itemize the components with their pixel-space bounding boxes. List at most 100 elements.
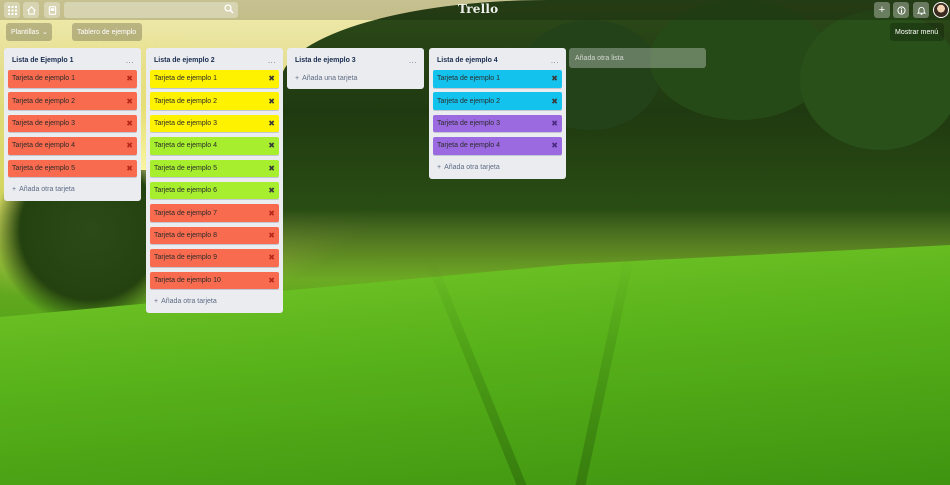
card[interactable]: Tarjeta de ejemplo 9 ✖ xyxy=(150,249,279,267)
list-menu-icon[interactable]: ... xyxy=(551,56,559,65)
delete-card-icon[interactable]: ✖ xyxy=(551,97,558,106)
card[interactable]: Tarjeta de ejemplo 2 ✖ xyxy=(150,92,279,110)
top-bar: Trello + xyxy=(0,0,950,20)
card[interactable]: Tarjeta de ejemplo 4 ✖ xyxy=(150,137,279,155)
card-label: Tarjeta de ejemplo 3 xyxy=(437,120,501,128)
list[interactable]: Lista de ejemplo 4... Tarjeta de ejemplo … xyxy=(429,48,566,179)
info-icon xyxy=(896,5,906,15)
home-button[interactable] xyxy=(23,2,39,18)
card-list: Tarjeta de ejemplo 1 ✖ Tarjeta de ejemplo … xyxy=(8,70,137,178)
templates-button[interactable]: Plantillas ⌄ xyxy=(6,23,52,41)
delete-card-icon[interactable]: ✖ xyxy=(551,74,558,83)
card[interactable]: Tarjeta de ejemplo 1 ✖ xyxy=(150,70,279,88)
delete-card-icon[interactable]: ✖ xyxy=(126,141,133,150)
delete-card-icon[interactable]: ✖ xyxy=(268,164,275,173)
card-list: Tarjeta de ejemplo 1 ✖ Tarjeta de ejemplo … xyxy=(150,70,279,290)
add-list-label: Añada otra lista xyxy=(575,54,624,62)
card[interactable]: Tarjeta de ejemplo 3 ✖ xyxy=(150,114,279,133)
board-name-label: Tablero de ejemplo xyxy=(77,28,137,36)
card[interactable]: Tarjeta de ejemplo 2 ✖ xyxy=(8,92,137,110)
board-name[interactable]: Tablero de ejemplo xyxy=(72,23,142,41)
add-card-label: Añada otra tarjeta xyxy=(444,164,500,172)
list-title[interactable]: Lista de ejemplo 2 xyxy=(154,57,215,64)
delete-card-icon[interactable]: ✖ xyxy=(126,119,133,128)
card-label: Tarjeta de ejemplo 5 xyxy=(12,164,76,172)
list-title[interactable]: Lista de ejemplo 4 xyxy=(437,57,498,64)
add-card-label: Añada una tarjeta xyxy=(302,74,358,82)
add-card-button[interactable]: + Añada otra tarjeta xyxy=(433,160,562,176)
delete-card-icon[interactable]: ✖ xyxy=(268,231,275,240)
card[interactable]: Tarjeta de ejemplo 7 ✖ xyxy=(150,204,279,222)
show-menu-label: Mostrar menú xyxy=(895,28,939,36)
card[interactable]: Tarjeta de ejemplo 5 ✖ xyxy=(8,159,137,178)
card-label: Tarjeta de ejemplo 4 xyxy=(154,142,218,150)
list-header: Lista de ejemplo 2... xyxy=(150,52,279,68)
card-label: Tarjeta de ejemplo 3 xyxy=(154,120,218,128)
plus-icon: + xyxy=(154,298,159,306)
delete-card-icon[interactable]: ✖ xyxy=(268,97,275,106)
delete-card-icon[interactable]: ✖ xyxy=(268,186,275,195)
delete-card-icon[interactable]: ✖ xyxy=(268,209,275,218)
card[interactable]: Tarjeta de ejemplo 3 ✖ xyxy=(8,114,137,133)
list-menu-icon[interactable]: ... xyxy=(126,56,134,65)
list-header: Lista de ejemplo 4... xyxy=(433,52,562,68)
delete-card-icon[interactable]: ✖ xyxy=(126,164,133,173)
card[interactable]: Tarjeta de ejemplo 2 ✖ xyxy=(433,92,562,110)
card[interactable]: Tarjeta de ejemplo 4 ✖ xyxy=(8,137,137,155)
add-card-label: Añada otra tarjeta xyxy=(161,298,217,306)
list[interactable]: Lista de ejemplo 2... Tarjeta de ejemplo … xyxy=(146,48,283,313)
app-logo[interactable]: Trello xyxy=(458,2,498,16)
delete-card-icon[interactable]: ✖ xyxy=(268,253,275,262)
add-card-button[interactable]: + Añada otra tarjeta xyxy=(150,294,279,310)
card[interactable]: Tarjeta de ejemplo 5 ✖ xyxy=(150,159,279,178)
card-label: Tarjeta de ejemplo 6 xyxy=(154,187,218,195)
user-avatar[interactable] xyxy=(933,2,949,18)
plus-icon: + xyxy=(12,186,17,194)
card-label: Tarjeta de ejemplo 4 xyxy=(12,142,76,150)
add-card-button[interactable]: + Añada otra tarjeta xyxy=(8,182,137,198)
delete-card-icon[interactable]: ✖ xyxy=(126,97,133,106)
card[interactable]: Tarjeta de ejemplo 1 ✖ xyxy=(433,70,562,88)
card[interactable]: Tarjeta de ejemplo 6 ✖ xyxy=(150,181,279,200)
boards-button[interactable] xyxy=(44,2,60,18)
card-list: Tarjeta de ejemplo 1 ✖ Tarjeta de ejemplo … xyxy=(433,70,562,155)
delete-card-icon[interactable]: ✖ xyxy=(268,141,275,150)
card-label: Tarjeta de ejemplo 7 xyxy=(154,209,218,217)
list-menu-icon[interactable]: ... xyxy=(409,56,417,65)
delete-card-icon[interactable]: ✖ xyxy=(268,74,275,83)
delete-card-icon[interactable]: ✖ xyxy=(126,74,133,83)
apps-button[interactable] xyxy=(4,2,20,18)
card[interactable]: Tarjeta de ejemplo 1 ✖ xyxy=(8,70,137,88)
delete-card-icon[interactable]: ✖ xyxy=(268,119,275,128)
show-menu-button[interactable]: Mostrar menú xyxy=(890,23,944,41)
card-label: Tarjeta de ejemplo 2 xyxy=(154,97,218,105)
add-card-button[interactable]: + Añada una tarjeta xyxy=(291,70,420,86)
delete-card-icon[interactable]: ✖ xyxy=(268,276,275,285)
add-list-button[interactable]: Añada otra lista xyxy=(569,48,706,68)
notifications-button[interactable] xyxy=(913,2,929,18)
card-label: Tarjeta de ejemplo 1 xyxy=(12,75,76,83)
delete-card-icon[interactable]: ✖ xyxy=(551,141,558,150)
plus-icon: + xyxy=(437,164,442,172)
home-icon xyxy=(26,5,36,15)
delete-card-icon[interactable]: ✖ xyxy=(551,119,558,128)
card[interactable]: Tarjeta de ejemplo 3 ✖ xyxy=(433,114,562,133)
list-title[interactable]: Lista de Ejemplo 1 xyxy=(12,57,73,64)
card[interactable]: Tarjeta de ejemplo 10 ✖ xyxy=(150,271,279,290)
card[interactable]: Tarjeta de ejemplo 8 ✖ xyxy=(150,226,279,245)
info-button[interactable] xyxy=(893,2,909,18)
bell-icon xyxy=(916,6,926,15)
grid-icon xyxy=(7,5,17,15)
list-menu-icon[interactable]: ... xyxy=(268,56,276,65)
add-button[interactable]: + xyxy=(874,2,890,18)
list-title[interactable]: Lista de ejemplo 3 xyxy=(295,57,356,64)
card-label: Tarjeta de ejemplo 1 xyxy=(437,75,501,83)
search-input[interactable] xyxy=(64,2,238,18)
list[interactable]: Lista de ejemplo 3... + Añada una tarjeta xyxy=(287,48,424,89)
list[interactable]: Lista de Ejemplo 1... Tarjeta de ejemplo … xyxy=(4,48,141,201)
card-label: Tarjeta de ejemplo 2 xyxy=(12,97,76,105)
chevron-down-icon: ⌄ xyxy=(42,29,48,36)
card[interactable]: Tarjeta de ejemplo 4 ✖ xyxy=(433,137,562,155)
plus-icon: + xyxy=(878,4,886,16)
card-label: Tarjeta de ejemplo 3 xyxy=(12,120,76,128)
